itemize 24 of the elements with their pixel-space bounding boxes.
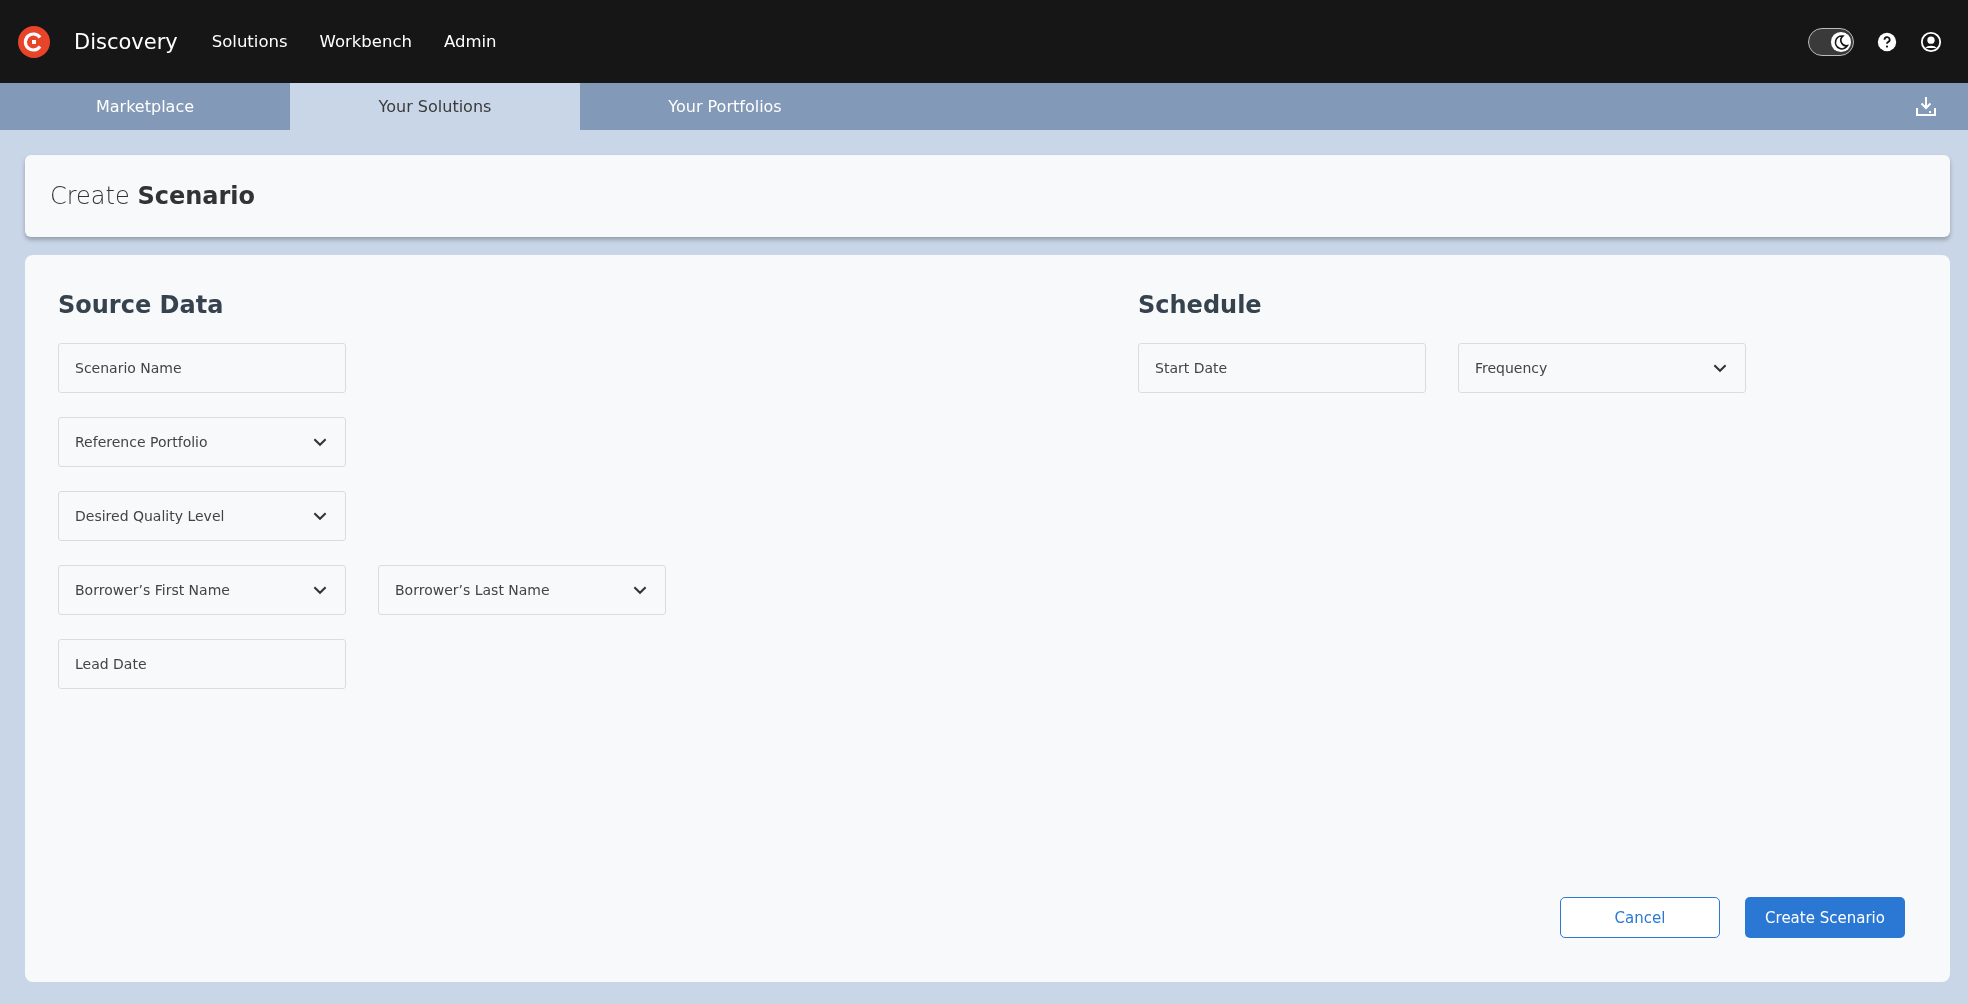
moon-icon: [1830, 30, 1852, 53]
logo-icon: [18, 25, 50, 58]
nav-link[interactable]: Solutions: [211, 32, 288, 51]
section-heading: Source Data: [58, 291, 225, 319]
dropdown-field[interactable]: Frequency: [1458, 343, 1746, 393]
nav-link[interactable]: Workbench: [319, 32, 412, 51]
tab[interactable]: Your Solutions: [290, 83, 580, 130]
input-field[interactable]: Lead Date: [58, 639, 346, 689]
dropdown-field[interactable]: Borrower’s First Name: [58, 565, 346, 615]
input-field[interactable]: Scenario Name: [58, 343, 346, 393]
dropdown-field[interactable]: Reference Portfolio: [58, 417, 346, 467]
help-icon[interactable]: [1876, 30, 1898, 53]
theme-toggle[interactable]: [1808, 27, 1854, 56]
dropdown-field[interactable]: Borrower’s Last Name: [378, 565, 666, 615]
dropdown-field[interactable]: Desired Quality Level: [58, 491, 346, 541]
app-name: Discovery: [74, 29, 178, 54]
cancel-button[interactable]: Cancel: [1560, 897, 1720, 938]
create-button[interactable]: Create Scenario: [1745, 897, 1905, 938]
user-icon[interactable]: [1920, 30, 1942, 53]
section-heading: Schedule: [1138, 291, 1263, 319]
nav-link[interactable]: Admin: [444, 32, 497, 51]
page-title: Create Scenario: [50, 182, 255, 210]
download-icon[interactable]: [1914, 94, 1938, 119]
input-field[interactable]: Start Date: [1138, 343, 1426, 393]
